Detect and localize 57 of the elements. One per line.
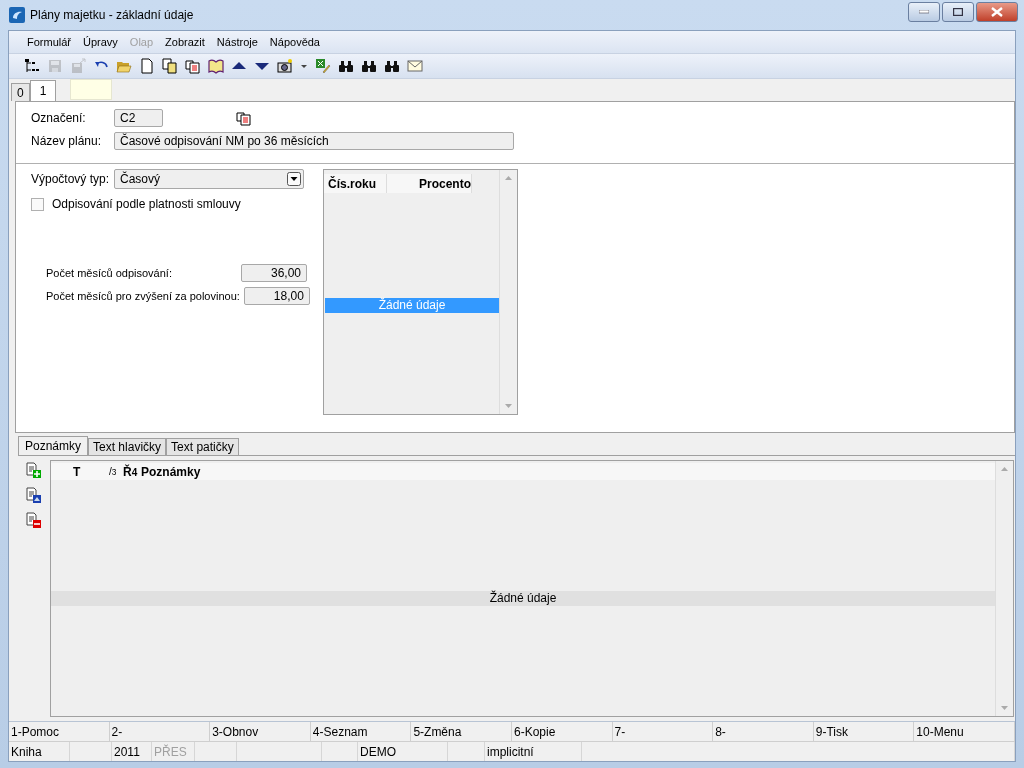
binoculars-icon[interactable] [384, 58, 400, 74]
window-title: Plány majetku - základní údaje [30, 8, 195, 22]
close-button[interactable] [976, 2, 1018, 22]
note-field[interactable] [70, 79, 113, 100]
field-label: Název plánu: [30, 134, 103, 148]
menu-item[interactable]: Nápověda [268, 36, 321, 48]
tab[interactable]: 0 [11, 83, 30, 101]
field-label: Výpočtový typ: [30, 172, 111, 186]
menu-item[interactable]: Nástroje [215, 36, 259, 48]
spreadsheet-pen-icon[interactable] [315, 58, 331, 74]
field-label: Počet měsíců odpisování: [45, 267, 173, 279]
number-field[interactable]: 36,00 [241, 264, 307, 282]
menu-item[interactable]: Zobrazit [164, 36, 206, 48]
calc-type-dropdown[interactable]: Časový [114, 169, 304, 189]
camera-icon[interactable] [277, 58, 293, 74]
status-text: Kniha [9, 742, 70, 761]
tree-icon[interactable] [24, 58, 40, 74]
empty-message: Žádné údaje [325, 298, 499, 313]
column-header[interactable]: Procento [387, 174, 472, 193]
field-label: Označení: [30, 111, 87, 125]
binoculars-icon[interactable] [338, 58, 354, 74]
number-field[interactable]: 18,00 [243, 287, 310, 305]
page-icon[interactable] [139, 58, 155, 74]
tab[interactable]: Text patičky [166, 438, 239, 455]
minimize-icon [919, 10, 929, 14]
checkbox-label: Odpisování podle platnosti smlouvy [52, 197, 241, 211]
maximize-button[interactable] [942, 2, 974, 22]
status-text: 2011 [112, 742, 152, 761]
maximize-icon [953, 8, 963, 16]
checkbox[interactable] [31, 197, 44, 211]
add-document-icon[interactable] [25, 462, 41, 478]
binoculars-icon[interactable] [361, 58, 377, 74]
code-field[interactable]: C2 [114, 109, 163, 127]
edit-document-icon[interactable] [25, 487, 41, 503]
dropdown-icon [287, 172, 301, 186]
menu-item[interactable]: Úpravy [82, 36, 119, 48]
tab[interactable]: Text hlavičky [88, 438, 167, 455]
column-header[interactable]: Poznámky [141, 464, 201, 479]
tab[interactable]: 1 [29, 80, 57, 101]
close-icon [991, 7, 1003, 17]
field-label: Počet měsíců pro zvýšení za polovinou: [45, 290, 240, 302]
document-icon[interactable] [185, 58, 201, 74]
book-icon[interactable] [208, 58, 224, 74]
column-header[interactable]: Čís.roku [324, 174, 387, 193]
document-icon[interactable] [236, 110, 252, 126]
status-text: DEMO [358, 742, 448, 761]
copy-icon[interactable] [162, 58, 178, 74]
app-logo-icon [9, 7, 25, 23]
status-text: PŘES [152, 742, 195, 761]
delete-document-icon[interactable] [25, 512, 41, 528]
plan-name-field[interactable]: Časové odpisování NM po 36 měsících [114, 132, 514, 150]
column-header[interactable]: T [73, 464, 109, 479]
empty-message: Žádné údaje [51, 591, 995, 606]
tab[interactable]: Poznámky [18, 436, 89, 455]
envelope-icon[interactable] [407, 58, 423, 74]
status-text: implicitní [485, 742, 582, 761]
menu-item[interactable]: Formulář [26, 36, 72, 48]
